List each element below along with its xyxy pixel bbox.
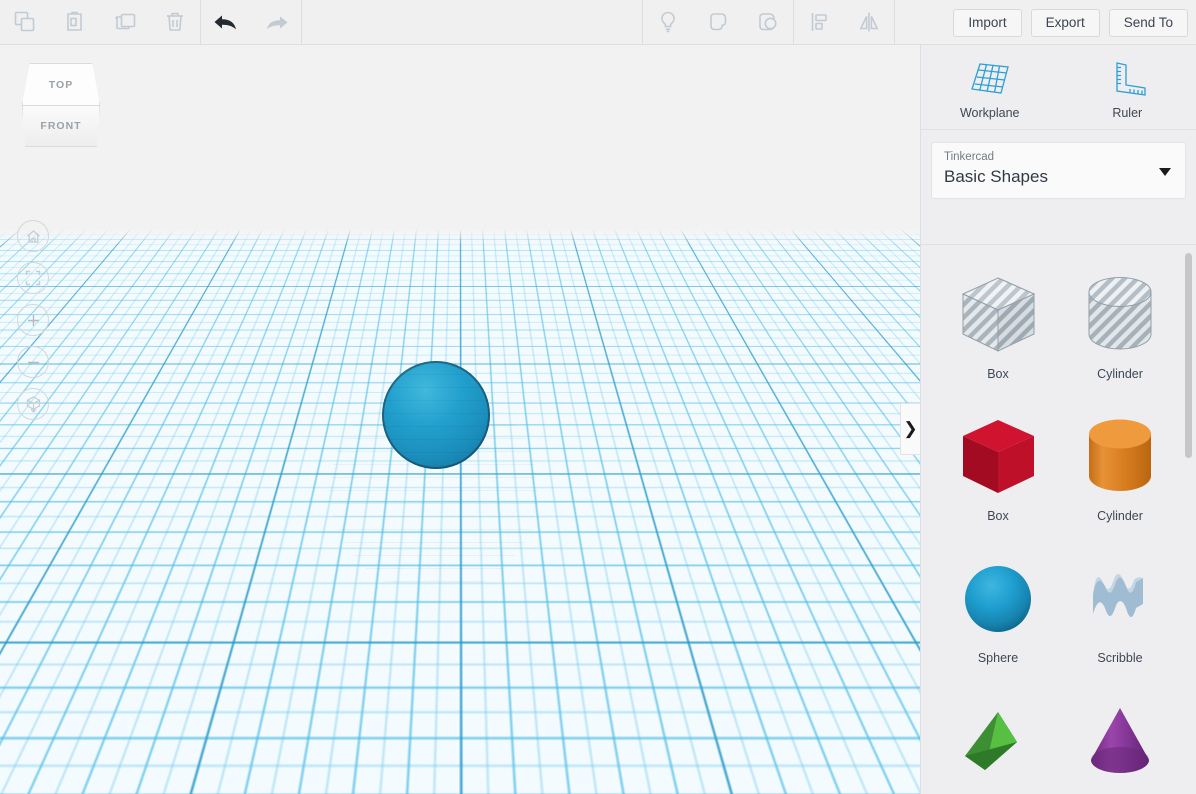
shape-collection-select[interactable]: Tinkercad Basic Shapes	[931, 142, 1186, 199]
workplane-tool-label: Workplane	[959, 106, 1020, 120]
box-hole-icon	[955, 265, 1041, 365]
shape-item-box-hole[interactable]: Box	[937, 259, 1059, 399]
box-icon	[955, 407, 1041, 507]
send-to-button[interactable]: Send To	[1108, 8, 1188, 37]
shape-label: Cylinder	[1097, 509, 1143, 523]
shape-collection-provider: Tinkercad	[944, 151, 995, 163]
panel-collapse-handle[interactable]: ❯	[900, 403, 920, 455]
undo-icon[interactable]	[201, 0, 251, 45]
view-cube[interactable]: TOP FRONT	[22, 63, 100, 147]
roof-icon	[955, 691, 1041, 791]
top-toolbar: Import Export Send To	[0, 0, 1196, 45]
zoom-out-button[interactable]	[17, 346, 49, 378]
view-cube-top-face[interactable]: TOP	[22, 63, 100, 105]
import-button[interactable]: Import	[953, 8, 1022, 37]
workplane-surface[interactable]	[0, 45, 920, 229]
transform-tool-group	[794, 0, 894, 45]
history-tool-group	[201, 0, 301, 45]
snap-grid-value: 1.0 mm	[845, 770, 887, 785]
paste-icon[interactable]	[50, 0, 100, 45]
shapes-panel: Workplane Ruler Tinkercad Basic Shapes B…	[920, 45, 1196, 794]
chevron-down-icon[interactable]	[1159, 168, 1171, 176]
workplane-icon	[970, 63, 1009, 94]
shape-item-cylinder-hole[interactable]: Cylinder	[1059, 259, 1181, 399]
sphere-facets	[382, 361, 490, 469]
toolbar-actions: Import Export Send To	[953, 0, 1188, 45]
shape-item-cylinder[interactable]: Cylinder	[1059, 401, 1181, 541]
sphere-icon	[955, 549, 1041, 649]
snap-grid-label: Snap Grid	[766, 770, 826, 785]
duplicate-icon[interactable]	[100, 0, 150, 45]
edit-tool-group	[0, 0, 200, 45]
cylinder-hole-icon	[1077, 265, 1163, 365]
panel-tool-row: Workplane Ruler	[921, 45, 1196, 130]
shape-label: Sphere	[977, 651, 1019, 665]
zoom-in-button[interactable]	[17, 304, 49, 336]
shape-grid-container[interactable]: Box Cylinder Box Cylinder Sphere Scribbl…	[921, 244, 1196, 794]
edit-grid-button[interactable]: Edit Grid	[807, 731, 890, 758]
caret-up-icon	[893, 775, 901, 780]
shape-item-box[interactable]: Box	[937, 401, 1059, 541]
redo-icon[interactable]	[251, 0, 301, 45]
cone-icon	[1077, 691, 1163, 791]
scribble-icon	[1077, 549, 1163, 649]
home-view-button[interactable]	[17, 220, 49, 252]
delete-icon[interactable]	[150, 0, 200, 45]
toolbar-gap	[302, 0, 642, 45]
3d-canvas[interactable]: Workplane TOP FRONT ❯ Edit Grid Snap Gri…	[0, 45, 920, 794]
ungroup-icon[interactable]	[743, 0, 793, 45]
ortho-perspective-button[interactable]	[17, 388, 49, 420]
snap-grid-control: Snap Grid 1.0 mm	[767, 766, 908, 789]
lightbulb-icon[interactable]	[643, 0, 693, 45]
shape-item-scribble[interactable]: Scribble	[1059, 543, 1181, 683]
shape-label: Cylinder	[1097, 367, 1143, 381]
group-icon[interactable]	[693, 0, 743, 45]
ruler-tool-label: Ruler	[1112, 106, 1143, 120]
toolbar-separator-5	[894, 0, 895, 45]
shape-tool-group	[643, 0, 793, 45]
cylinder-icon	[1077, 407, 1163, 507]
mirror-icon[interactable]	[844, 0, 894, 45]
shape-label: Box	[987, 367, 1009, 381]
shape-label: Scribble	[1097, 651, 1143, 665]
workplane-tool[interactable]: Workplane	[935, 59, 1045, 120]
fit-all-button[interactable]	[17, 262, 49, 294]
align-icon[interactable]	[794, 0, 844, 45]
shape-item-cone[interactable]: Cone	[1059, 685, 1181, 794]
tinkercad-editor: Import Export Send To Workplane TOP FRON…	[0, 0, 1196, 794]
shape-item-sphere[interactable]: Sphere	[937, 543, 1059, 683]
copy-icon[interactable]	[0, 0, 50, 45]
shape-collection-name: Basic Shapes	[944, 167, 1048, 186]
view-nav-buttons	[17, 220, 49, 420]
shape-item-roof[interactable]: Roof	[937, 685, 1059, 794]
sphere-small[interactable]	[382, 361, 490, 469]
shape-label: Box	[987, 509, 1009, 523]
shape-grid: Box Cylinder Box Cylinder Sphere Scribbl…	[921, 245, 1196, 794]
view-cube-top-label: TOP	[48, 78, 74, 91]
view-cube-front-face[interactable]: FRONT	[22, 105, 100, 147]
export-button[interactable]: Export	[1030, 8, 1100, 37]
shapes-scrollbar[interactable]	[1185, 253, 1192, 458]
ruler-tool[interactable]: Ruler	[1072, 59, 1182, 120]
snap-grid-select[interactable]: 1.0 mm	[834, 766, 908, 789]
ruler-icon	[1116, 62, 1146, 96]
view-cube-front-label: FRONT	[40, 120, 82, 132]
